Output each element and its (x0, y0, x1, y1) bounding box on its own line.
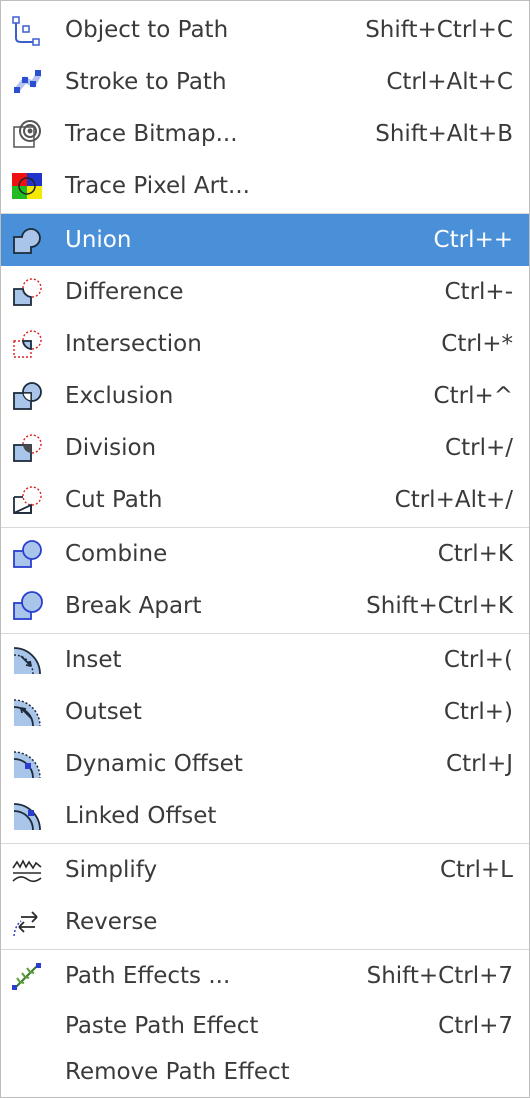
menu-item-linked-offset[interactable]: Linked Offset (1, 790, 529, 842)
menu-item-label: Linked Offset (65, 803, 217, 829)
menu-item-simplify[interactable]: Simplify Ctrl+L (1, 844, 529, 896)
path-menu: Object to Path Shift+Ctrl+C Stroke to Pa… (0, 0, 530, 1098)
menu-item-shortcut: Ctrl+( (443, 647, 513, 673)
menu-item-shortcut: Shift+Ctrl+K (366, 593, 513, 619)
menu-item-trace-pixel-art[interactable]: Trace Pixel Art... (1, 160, 529, 212)
menu-item-difference[interactable]: Difference Ctrl+- (1, 266, 529, 318)
menu-item-label: Intersection (65, 331, 202, 357)
menu-item-label: Combine (65, 541, 168, 567)
menu-item-shortcut: Ctrl+Alt+C (386, 69, 513, 95)
simplify-icon (12, 859, 42, 883)
menu-item-shortcut: Ctrl+J (446, 751, 513, 777)
difference-icon (13, 278, 42, 306)
menu-item-break-apart[interactable]: Break Apart Shift+Ctrl+K (1, 580, 529, 632)
object-to-path-icon (12, 16, 40, 46)
menu-item-label: Exclusion (65, 383, 174, 409)
menu-item-label: Break Apart (65, 593, 202, 619)
menu-item-label: Union (65, 227, 132, 253)
intersection-icon (13, 330, 42, 358)
menu-item-combine[interactable]: Combine Ctrl+K (1, 528, 529, 580)
menu-item-shortcut: Ctrl+Alt+/ (394, 487, 513, 513)
menu-item-paste-path-effect[interactable]: Paste Path Effect Ctrl+7 (1, 1000, 529, 1052)
reverse-icon (13, 911, 38, 937)
menu-item-label: Simplify (65, 857, 158, 883)
menu-item-exclusion[interactable]: Exclusion Ctrl+^ (1, 370, 529, 422)
menu-item-trace-bitmap[interactable]: Trace Bitmap... Shift+Alt+B (1, 108, 529, 160)
menu-item-remove-path-effect[interactable]: Remove Path Effect (1, 1046, 529, 1098)
menu-item-shortcut: Ctrl+/ (445, 435, 513, 461)
stroke-to-path-icon (14, 70, 42, 93)
menu-item-shortcut: Ctrl+K (437, 541, 513, 567)
menu-item-union[interactable]: Union Ctrl++ (1, 214, 529, 266)
union-icon (13, 228, 41, 254)
menu-item-object-to-path[interactable]: Object to Path Shift+Ctrl+C (1, 4, 529, 56)
menu-item-shortcut: Ctrl+- (444, 279, 514, 305)
outset-icon (13, 699, 41, 727)
menu-item-inset[interactable]: Inset Ctrl+( (1, 634, 529, 686)
menu-item-label: Trace Bitmap... (65, 121, 238, 147)
break-apart-icon (13, 591, 43, 620)
menu-item-label: Difference (65, 279, 184, 305)
menu-item-shortcut: Shift+Ctrl+C (365, 17, 513, 43)
menu-item-label: Reverse (65, 909, 158, 935)
menu-item-shortcut: Ctrl+* (441, 331, 513, 357)
menu-item-shortcut: Shift+Alt+B (375, 121, 513, 147)
menu-item-label: Dynamic Offset (65, 751, 243, 777)
menu-item-label: Cut Path (65, 487, 163, 513)
combine-icon (13, 540, 42, 568)
division-icon (13, 434, 42, 462)
menu-item-intersection[interactable]: Intersection Ctrl+* (1, 318, 529, 370)
menu-item-reverse[interactable]: Reverse (1, 896, 529, 948)
menu-item-path-effects[interactable]: Path Effects ... Shift+Ctrl+7 (1, 950, 529, 1002)
menu-item-label: Stroke to Path (65, 69, 227, 95)
menu-item-label: Inset (65, 647, 122, 673)
menu-item-label: Trace Pixel Art... (65, 173, 250, 199)
menu-item-label: Path Effects ... (65, 963, 231, 989)
cut-path-icon (13, 486, 42, 514)
menu-item-shortcut: Ctrl++ (433, 227, 513, 253)
menu-item-label: Division (65, 435, 157, 461)
menu-item-shortcut: Ctrl+7 (438, 1013, 513, 1039)
menu-item-cut-path[interactable]: Cut Path Ctrl+Alt+/ (1, 474, 529, 526)
menu-item-division[interactable]: Division Ctrl+/ (1, 422, 529, 474)
linked-offset-icon (13, 803, 41, 831)
trace-pixel-art-icon (12, 173, 42, 199)
menu-item-label: Outset (65, 699, 142, 725)
menu-item-label: Paste Path Effect (65, 1013, 259, 1039)
menu-item-label: Remove Path Effect (65, 1059, 290, 1085)
inset-icon (13, 647, 41, 675)
menu-item-shortcut: Shift+Ctrl+7 (366, 963, 513, 989)
menu-item-shortcut: Ctrl+L (439, 857, 513, 883)
menu-item-dynamic-offset[interactable]: Dynamic Offset Ctrl+J (1, 738, 529, 790)
menu-item-shortcut: Ctrl+) (443, 699, 513, 725)
path-effects-icon (12, 963, 41, 990)
menu-item-label: Object to Path (65, 17, 229, 43)
menu-item-outset[interactable]: Outset Ctrl+) (1, 686, 529, 738)
menu-item-shortcut: Ctrl+^ (433, 383, 513, 409)
trace-bitmap-icon (13, 120, 41, 148)
menu-item-stroke-to-path[interactable]: Stroke to Path Ctrl+Alt+C (1, 56, 529, 108)
dynamic-offset-icon (13, 751, 41, 779)
exclusion-icon (13, 382, 42, 410)
